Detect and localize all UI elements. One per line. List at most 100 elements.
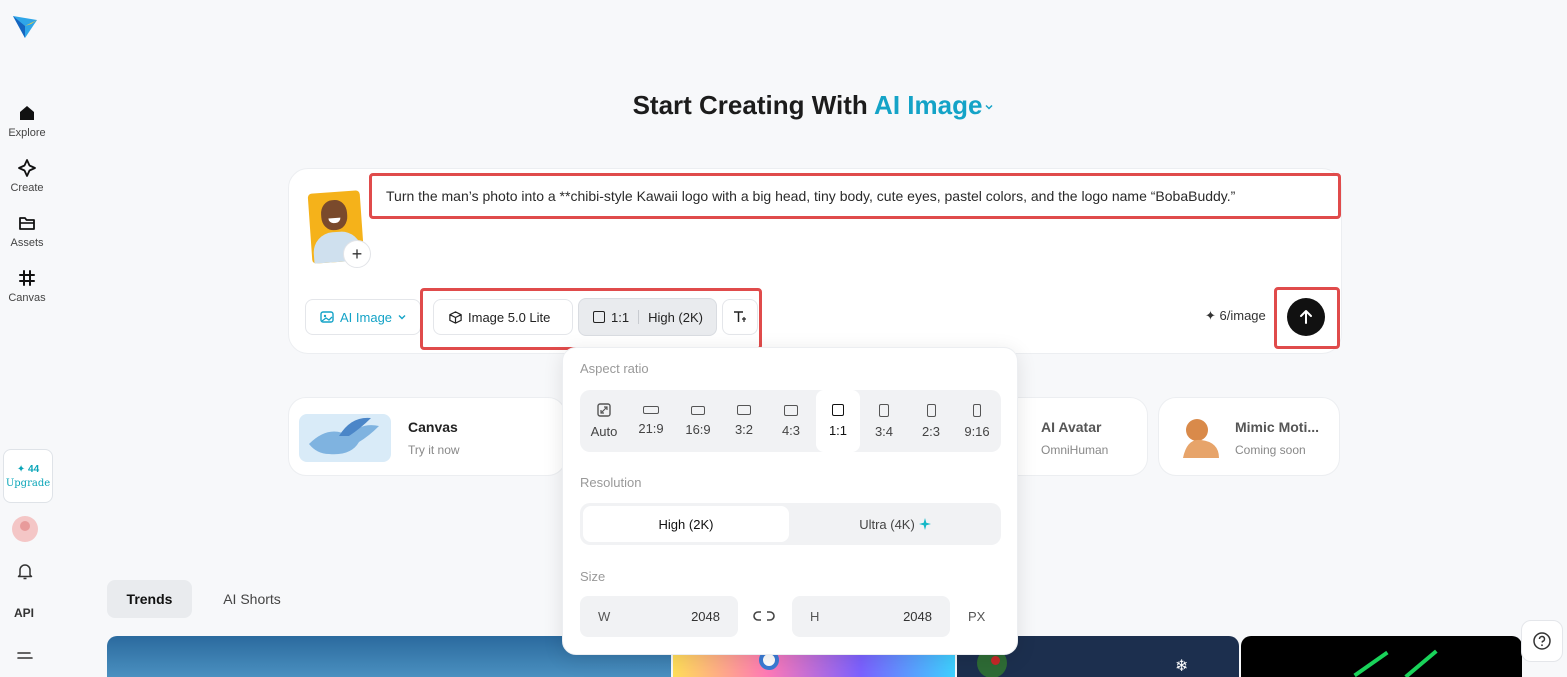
square-ratio-icon: [593, 311, 605, 323]
ratio-shape: [691, 405, 705, 415]
sidebar-item-label: Canvas: [8, 292, 46, 304]
resolution-label: High (2K): [648, 309, 703, 325]
ratio-option-4-3[interactable]: 4:3: [769, 390, 813, 452]
mimic-motion-image: [1183, 419, 1219, 458]
grid-icon: [19, 270, 35, 286]
aspect-ratio-heading: Aspect ratio: [580, 361, 649, 376]
ratio-label: 1:1: [611, 309, 630, 325]
text-icon: [734, 311, 746, 322]
app-logo-icon[interactable]: [11, 12, 39, 40]
gallery-item[interactable]: [1241, 636, 1522, 677]
ratio-label: 1:1: [828, 423, 848, 438]
auto-ratio-icon: [597, 403, 611, 417]
ratio-label: 21:9: [638, 421, 664, 436]
cube-icon: [449, 310, 462, 324]
ratio-option-3-4[interactable]: 3:4: [862, 390, 906, 452]
size-heading: Size: [580, 569, 606, 584]
model-selector-button[interactable]: Image 5.0 Lite: [433, 299, 573, 335]
feature-title: Canvas: [408, 419, 458, 435]
help-button[interactable]: [1521, 620, 1563, 662]
sidebar-item-assets[interactable]: Assets: [0, 213, 54, 249]
width-key: W: [598, 609, 611, 624]
folder-icon: [19, 217, 35, 230]
ratio-shape: [643, 406, 659, 414]
credit-cost: ✦ 6/image: [1205, 308, 1266, 323]
ratio-option-3-2[interactable]: 3:2: [722, 390, 766, 452]
generate-button[interactable]: [1287, 298, 1325, 336]
ratio-option-16-9[interactable]: 16:9: [676, 390, 720, 452]
ratio-label: 4:3: [781, 422, 801, 438]
page-title: Start Creating With AI Image: [0, 90, 1567, 121]
menu-icon[interactable]: [15, 647, 35, 667]
model-label: Image 5.0 Lite: [468, 309, 551, 325]
upgrade-button[interactable]: ✦ 44 Upgrade: [3, 449, 53, 503]
upgrade-label: Upgrade: [5, 477, 51, 489]
tab-trends[interactable]: Trends: [107, 580, 192, 618]
ratio-shape: [973, 403, 981, 417]
ratio-shape: [879, 403, 889, 417]
prompt-input[interactable]: Turn the man’s photo into a **chibi-styl…: [369, 173, 1341, 219]
sidebar-item-canvas[interactable]: Canvas: [0, 268, 54, 304]
chevron-down-icon: [398, 315, 406, 320]
ratio-label: 16:9: [685, 421, 711, 437]
ratio-label: 2:3: [921, 423, 941, 439]
resolution-option-ultra[interactable]: Ultra (4K): [792, 506, 998, 542]
feature-card-ai-avatar[interactable]: AI Avatar OmniHuman: [1000, 397, 1148, 476]
add-image-button[interactable]: +: [343, 240, 371, 268]
sidebar-item-label: Explore: [8, 127, 46, 139]
image-icon: [320, 311, 334, 323]
ratio-shape: [832, 404, 844, 416]
ratio-option-21-9[interactable]: 21:9: [629, 390, 673, 452]
divider: [638, 310, 640, 324]
sparkle-icon: [918, 518, 931, 530]
sidebar-item-label: Create: [10, 182, 44, 194]
ratio-resolution-button[interactable]: 1:1 High (2K): [578, 298, 717, 336]
feature-title: AI Avatar: [1041, 419, 1102, 435]
feature-title: Mimic Moti...: [1235, 419, 1319, 435]
resolution-heading: Resolution: [580, 475, 642, 490]
height-field[interactable]: H 2048: [792, 596, 950, 637]
feature-card-mimic-motion[interactable]: Mimic Moti... Coming soon: [1158, 397, 1340, 476]
ratio-option-auto[interactable]: Auto: [582, 390, 626, 452]
mode-label: AI Image: [340, 309, 393, 325]
title-prefix: Start Creating With: [632, 90, 868, 120]
ratio-option-2-3[interactable]: 2:3: [909, 390, 953, 452]
resolution-label: Ultra (4K): [859, 516, 915, 532]
ratio-label: 3:2: [734, 422, 754, 437]
tab-ai-shorts[interactable]: AI Shorts: [207, 580, 297, 618]
link-ratio-icon[interactable]: [753, 609, 775, 623]
feature-subtitle: OmniHuman: [1041, 443, 1109, 457]
ratio-label: 9:16: [964, 423, 990, 439]
bell-icon[interactable]: [15, 561, 35, 581]
resolution-option-high[interactable]: High (2K): [583, 506, 789, 542]
aspect-ratio-popup: Aspect ratio Auto 21:9 16:9 3:2 4:3 1:1 …: [562, 347, 1018, 655]
sidebar-item-create[interactable]: Create: [0, 158, 54, 194]
ratio-option-1-1[interactable]: 1:1: [816, 390, 860, 452]
help-icon: [1533, 632, 1551, 650]
mode-dropdown-button[interactable]: AI Image: [305, 299, 421, 335]
sidebar-item-label: Assets: [10, 237, 44, 249]
ratio-label: 3:4: [874, 423, 894, 439]
resolution-options: High (2K) Ultra (4K): [580, 503, 1001, 545]
title-accent: AI Image: [874, 90, 983, 120]
chevron-down-icon: [985, 105, 993, 110]
width-value: 2048: [691, 609, 720, 624]
height-value: 2048: [903, 609, 932, 624]
pegasus-image: [299, 414, 391, 462]
aspect-ratio-options: Auto 21:9 16:9 3:2 4:3 1:1 3:4 2:3 9:16: [580, 390, 1001, 452]
width-field[interactable]: W 2048: [580, 596, 738, 637]
ratio-shape: [737, 405, 751, 415]
unit-label: PX: [968, 609, 986, 624]
user-avatar[interactable]: [12, 516, 38, 542]
ratio-option-9-16[interactable]: 9:16: [955, 390, 999, 452]
points-count: ✦ 44: [16, 463, 40, 475]
feature-card-canvas[interactable]: Canvas Try it now: [288, 397, 566, 476]
arrow-up-icon: [1300, 310, 1312, 324]
ratio-shape: [926, 403, 936, 417]
mode-selector-title[interactable]: AI Image: [874, 90, 994, 120]
height-key: H: [810, 609, 820, 624]
text-style-button[interactable]: [722, 299, 758, 335]
ratio-shape: [784, 404, 798, 416]
api-link[interactable]: API: [14, 606, 34, 620]
sparkle-icon: [18, 159, 36, 177]
